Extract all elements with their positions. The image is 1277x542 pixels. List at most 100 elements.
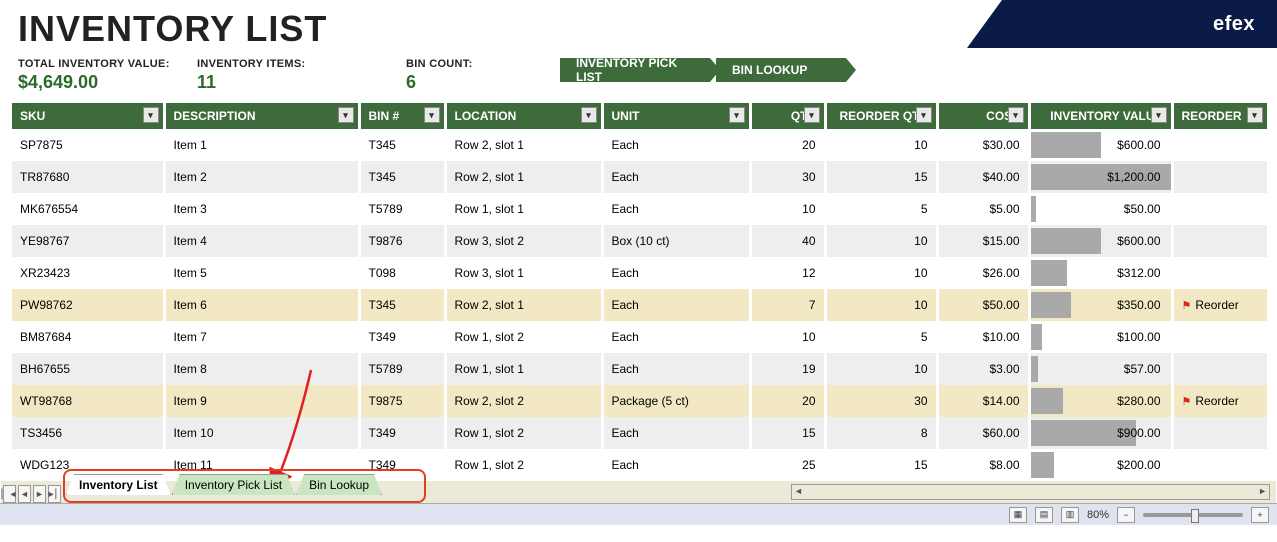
table-row[interactable]: SP7875Item 1T345Row 2, slot 1Each2010$30…	[12, 129, 1268, 161]
inventory-pick-list-button[interactable]: INVENTORY PICK LIST	[560, 58, 710, 82]
cell-unit[interactable]: Box (10 ct)	[602, 225, 750, 257]
cell-cost[interactable]: $10.00	[937, 321, 1029, 353]
header-qty[interactable]: QTY	[750, 103, 825, 129]
cell-qty[interactable]: 20	[750, 385, 825, 417]
cell-inventory-value[interactable]: $50.00	[1029, 193, 1172, 225]
table-row[interactable]: MK676554Item 3T5789Row 1, slot 1Each105$…	[12, 193, 1268, 225]
filter-dropdown-icon[interactable]	[143, 107, 159, 123]
table-row[interactable]: TS3456Item 10T349Row 1, slot 2Each158$60…	[12, 417, 1268, 449]
cell-reorder[interactable]	[1172, 129, 1268, 161]
header-cost[interactable]: COST	[937, 103, 1029, 129]
cell-unit[interactable]: Package (5 ct)	[602, 385, 750, 417]
cell-reorder[interactable]	[1172, 193, 1268, 225]
cell-sku[interactable]: BH67655	[12, 353, 164, 385]
view-page-layout-icon[interactable]: ▤	[1035, 507, 1053, 523]
cell-unit[interactable]: Each	[602, 193, 750, 225]
bin-lookup-button[interactable]: BIN LOOKUP	[716, 58, 846, 82]
table-row[interactable]: BM87684Item 7T349Row 1, slot 2Each105$10…	[12, 321, 1268, 353]
cell-sku[interactable]: YE98767	[12, 225, 164, 257]
cell-reorder-qty[interactable]: 5	[825, 321, 937, 353]
cell-description[interactable]: Item 3	[164, 193, 359, 225]
cell-cost[interactable]: $50.00	[937, 289, 1029, 321]
cell-inventory-value[interactable]: $200.00	[1029, 449, 1172, 481]
cell-cost[interactable]: $5.00	[937, 193, 1029, 225]
cell-sku[interactable]: XR23423	[12, 257, 164, 289]
zoom-out-button[interactable]: −	[1117, 507, 1135, 523]
cell-reorder[interactable]	[1172, 449, 1268, 481]
cell-cost[interactable]: $60.00	[937, 417, 1029, 449]
cell-unit[interactable]: Each	[602, 129, 750, 161]
header-reorder[interactable]: REORDER	[1172, 103, 1268, 129]
cell-inventory-value[interactable]: $280.00	[1029, 385, 1172, 417]
filter-dropdown-icon[interactable]	[424, 107, 440, 123]
cell-qty[interactable]: 15	[750, 417, 825, 449]
cell-qty[interactable]: 30	[750, 161, 825, 193]
cell-qty[interactable]: 19	[750, 353, 825, 385]
cell-reorder[interactable]	[1172, 417, 1268, 449]
view-page-break-icon[interactable]: ▥	[1061, 507, 1079, 523]
cell-sku[interactable]: SP7875	[12, 129, 164, 161]
cell-bin[interactable]: T345	[359, 161, 445, 193]
cell-cost[interactable]: $40.00	[937, 161, 1029, 193]
tab-bin-lookup[interactable]: Bin Lookup	[296, 474, 382, 495]
cell-location[interactable]: Row 3, slot 1	[445, 257, 602, 289]
cell-reorder-qty[interactable]: 30	[825, 385, 937, 417]
cell-inventory-value[interactable]: $900.00	[1029, 417, 1172, 449]
cell-location[interactable]: Row 1, slot 2	[445, 417, 602, 449]
cell-description[interactable]: Item 9	[164, 385, 359, 417]
cell-qty[interactable]: 10	[750, 193, 825, 225]
cell-cost[interactable]: $30.00	[937, 129, 1029, 161]
table-row[interactable]: PW98762Item 6T345Row 2, slot 1Each710$50…	[12, 289, 1268, 321]
cell-description[interactable]: Item 2	[164, 161, 359, 193]
cell-qty[interactable]: 20	[750, 129, 825, 161]
cell-qty[interactable]: 25	[750, 449, 825, 481]
filter-dropdown-icon[interactable]	[1008, 107, 1024, 123]
cell-reorder[interactable]	[1172, 257, 1268, 289]
cell-cost[interactable]: $8.00	[937, 449, 1029, 481]
cell-reorder-qty[interactable]: 15	[825, 449, 937, 481]
cell-qty[interactable]: 7	[750, 289, 825, 321]
cell-location[interactable]: Row 2, slot 1	[445, 129, 602, 161]
cell-bin[interactable]: T345	[359, 129, 445, 161]
cell-unit[interactable]: Each	[602, 449, 750, 481]
cell-bin[interactable]: T5789	[359, 193, 445, 225]
cell-sku[interactable]: BM87684	[12, 321, 164, 353]
cell-qty[interactable]: 12	[750, 257, 825, 289]
table-row[interactable]: TR87680Item 2T345Row 2, slot 1Each3015$4…	[12, 161, 1268, 193]
cell-location[interactable]: Row 1, slot 2	[445, 449, 602, 481]
filter-dropdown-icon[interactable]	[338, 107, 354, 123]
filter-dropdown-icon[interactable]	[729, 107, 745, 123]
cell-description[interactable]: Item 6	[164, 289, 359, 321]
tab-nav-last[interactable]: ►▏	[48, 485, 61, 503]
cell-inventory-value[interactable]: $312.00	[1029, 257, 1172, 289]
cell-bin[interactable]: T9876	[359, 225, 445, 257]
cell-qty[interactable]: 10	[750, 321, 825, 353]
cell-qty[interactable]: 40	[750, 225, 825, 257]
cell-sku[interactable]: PW98762	[12, 289, 164, 321]
cell-bin[interactable]: T9875	[359, 385, 445, 417]
filter-dropdown-icon[interactable]	[1247, 107, 1263, 123]
table-row[interactable]: YE98767Item 4T9876Row 3, slot 2Box (10 c…	[12, 225, 1268, 257]
tab-nav-first[interactable]: ▏◄	[3, 485, 16, 503]
cell-location[interactable]: Row 2, slot 1	[445, 289, 602, 321]
cell-bin[interactable]: T5789	[359, 353, 445, 385]
cell-sku[interactable]: MK676554	[12, 193, 164, 225]
cell-reorder[interactable]: ⚑Reorder	[1172, 385, 1268, 417]
filter-dropdown-icon[interactable]	[1151, 107, 1167, 123]
cell-bin[interactable]: T345	[359, 289, 445, 321]
cell-reorder[interactable]	[1172, 353, 1268, 385]
cell-description[interactable]: Item 8	[164, 353, 359, 385]
cell-inventory-value[interactable]: $600.00	[1029, 129, 1172, 161]
cell-inventory-value[interactable]: $57.00	[1029, 353, 1172, 385]
cell-bin[interactable]: T349	[359, 321, 445, 353]
header-description[interactable]: DESCRIPTION	[164, 103, 359, 129]
cell-reorder[interactable]	[1172, 225, 1268, 257]
cell-inventory-value[interactable]: $350.00	[1029, 289, 1172, 321]
cell-description[interactable]: Item 4	[164, 225, 359, 257]
header-bin[interactable]: BIN #	[359, 103, 445, 129]
cell-reorder[interactable]	[1172, 161, 1268, 193]
cell-location[interactable]: Row 1, slot 1	[445, 353, 602, 385]
cell-unit[interactable]: Each	[602, 289, 750, 321]
cell-cost[interactable]: $26.00	[937, 257, 1029, 289]
tab-inventory-list[interactable]: Inventory List	[66, 474, 171, 495]
